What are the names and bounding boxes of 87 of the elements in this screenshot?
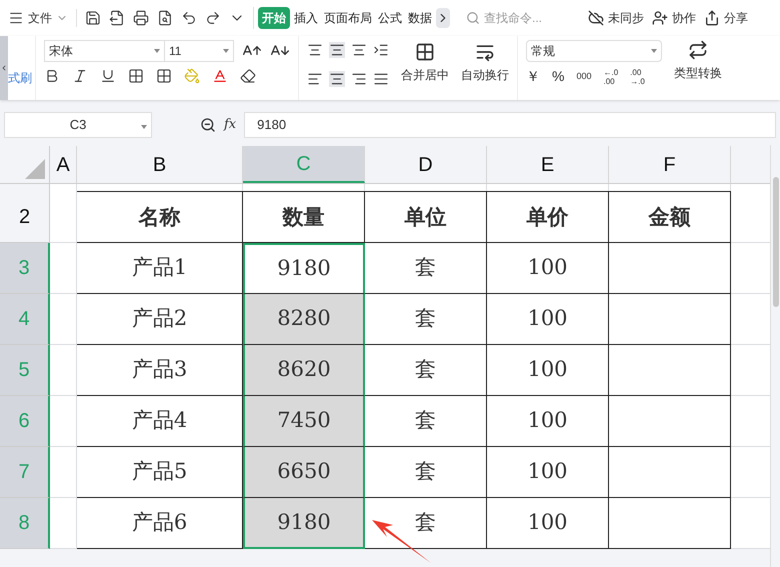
merge-button[interactable]: 合并居中: [401, 42, 449, 94]
menu-icon: [8, 10, 24, 26]
save-icon[interactable]: [85, 10, 101, 26]
caret-icon: [651, 49, 657, 53]
table-cell: [50, 294, 77, 345]
column-header[interactable]: D: [365, 146, 487, 183]
scroll-right-icon[interactable]: [436, 8, 450, 28]
print-icon[interactable]: [133, 10, 149, 26]
indent-icon[interactable]: [373, 42, 389, 58]
table-cell: 100: [487, 447, 609, 498]
file-menu[interactable]: 文件: [8, 9, 77, 27]
function-label: fx: [224, 116, 236, 134]
column-header[interactable]: F: [609, 146, 731, 183]
borders-icon[interactable]: [128, 68, 144, 84]
table-cell: 8280: [243, 294, 365, 345]
increase-decimal-button[interactable]: ←.0 .00: [603, 68, 618, 86]
align-middle-icon[interactable]: [329, 42, 345, 58]
caret-icon: [141, 125, 147, 130]
column-title: 金额: [609, 191, 731, 243]
column-title: 单价: [487, 191, 609, 243]
underline-icon[interactable]: [100, 68, 116, 84]
table-cell: [50, 345, 77, 396]
export-icon[interactable]: [109, 10, 125, 26]
ribbon-tab[interactable]: 数据: [406, 7, 434, 29]
scrollbar-thumb[interactable]: [772, 177, 778, 307]
table-cell: [50, 447, 77, 498]
column-title: 名称: [77, 191, 243, 243]
table-cell: 6650: [243, 447, 365, 498]
convert-button[interactable]: 类型转换: [674, 40, 722, 96]
fill-color-icon[interactable]: [184, 68, 200, 84]
column-header[interactable]: A: [50, 146, 77, 183]
table-cell: 100: [487, 294, 609, 345]
action-button[interactable]: 未同步: [588, 9, 644, 27]
table-cell: 套: [365, 447, 487, 498]
align-top-icon[interactable]: [307, 42, 323, 58]
merge-cells-icon: [415, 42, 435, 62]
thousands-button[interactable]: 000: [576, 70, 592, 84]
table-cell: 100: [487, 396, 609, 447]
cloud-icon: [588, 10, 604, 26]
zoom-out-icon[interactable]: [200, 117, 216, 133]
table-cell: [50, 396, 77, 447]
number-format-select[interactable]: 常规: [526, 40, 662, 62]
user-plus-icon: [652, 10, 668, 26]
formula-field[interactable]: 9180: [244, 112, 776, 138]
row-header[interactable]: 2: [0, 191, 50, 243]
decrease-decimal-button[interactable]: .00 →.0: [630, 68, 645, 86]
italic-icon[interactable]: [72, 68, 88, 84]
table-cell: 套: [365, 345, 487, 396]
action-button[interactable]: 协作: [652, 9, 696, 27]
wrap-button[interactable]: 自动换行: [461, 42, 509, 94]
table-cell: 100: [487, 243, 609, 294]
table-cell: 100: [487, 345, 609, 396]
action-button[interactable]: 分享: [704, 9, 748, 27]
cell-style-icon[interactable]: [156, 68, 172, 84]
percent-button[interactable]: %: [552, 66, 564, 87]
table-cell: 9180: [243, 498, 365, 549]
format-painter-label[interactable]: 式刷: [8, 69, 32, 87]
table-cell: 8620: [243, 345, 365, 396]
search-icon: [466, 11, 480, 25]
name-box[interactable]: C3: [4, 112, 152, 138]
align-left-icon[interactable]: [307, 71, 323, 87]
table-cell: 7450: [243, 396, 365, 447]
align-right-icon[interactable]: [351, 71, 367, 87]
share-icon: [704, 10, 720, 26]
table-cell: 套: [365, 243, 487, 294]
table-cell: [50, 498, 77, 549]
align-center-icon[interactable]: [329, 71, 345, 87]
preview-icon[interactable]: [157, 10, 173, 26]
repeat-icon: [688, 40, 708, 60]
clear-icon[interactable]: [240, 68, 256, 84]
table-cell: 100: [487, 498, 609, 549]
table-cell: 套: [365, 396, 487, 447]
currency-button[interactable]: ￥: [526, 66, 540, 87]
collapse-handle[interactable]: [0, 36, 8, 100]
table-cell: 套: [365, 294, 487, 345]
redo-icon[interactable]: [205, 10, 221, 26]
column-header[interactable]: E: [487, 146, 609, 183]
justify-icon[interactable]: [373, 71, 389, 87]
ribbon-tab[interactable]: 页面布局: [322, 7, 374, 29]
ribbon-tab[interactable]: 插入: [292, 7, 320, 29]
column-title: 单位: [365, 191, 487, 243]
table-cell: [50, 243, 77, 294]
align-bottom-icon[interactable]: [351, 42, 367, 58]
ribbon-tab[interactable]: 公式: [376, 7, 404, 29]
undo-icon[interactable]: [181, 10, 197, 26]
table-cell: 9180: [243, 243, 365, 294]
font-color-icon[interactable]: [212, 68, 228, 84]
